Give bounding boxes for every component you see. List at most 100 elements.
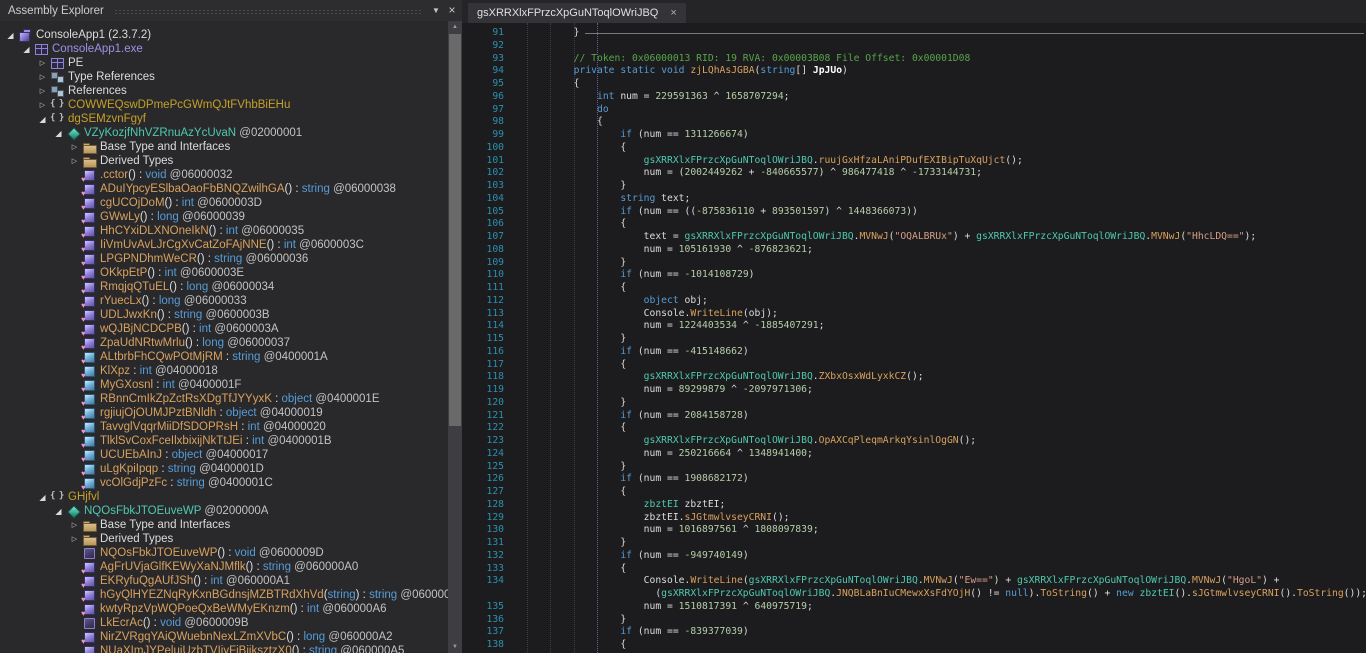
code-line[interactable]: 138 { <box>462 639 1366 652</box>
tree-item[interactable]: ▷Derived Types <box>0 532 448 546</box>
tree-item[interactable]: ▷References <box>0 84 448 98</box>
code-line[interactable]: 100 { <box>462 142 1366 155</box>
code-line[interactable]: 97 do <box>462 104 1366 117</box>
tree-item[interactable]: OKkpEtP() : int @0600003E <box>0 266 448 280</box>
tree-item[interactable]: uLgKpiIpqp : string @0400001D <box>0 462 448 476</box>
tree-item[interactable]: ▷PE <box>0 56 448 70</box>
code-line[interactable]: 136 } <box>462 614 1366 627</box>
tree-item[interactable]: kwtyRpzVpWQPoeQxBeWMyEKnzm() : int @0600… <box>0 602 448 616</box>
code-line[interactable]: 105 if (num == ((-875836110 + 893501597)… <box>462 206 1366 219</box>
window-position-chevron-icon[interactable]: ▼ <box>428 0 444 21</box>
tree-item[interactable]: RmqjqQTuEL() : long @06000034 <box>0 280 448 294</box>
code-line[interactable]: 134 Console.WriteLine(gsXRRXlxFPrzcXpGuN… <box>462 575 1366 588</box>
tree-item[interactable]: .cctor() : void @06000032 <box>0 168 448 182</box>
code-line[interactable]: 102 num = (2002449262 + -840665577) ^ 98… <box>462 167 1366 180</box>
code-line[interactable]: 118 gsXRRXlxFPrzcXpGuNToqlOWriJBQ.ZXbxOs… <box>462 371 1366 384</box>
collapsed-arrow-icon[interactable]: ▷ <box>67 521 82 529</box>
code-line[interactable]: 111 { <box>462 282 1366 295</box>
tree-item[interactable]: NUaXImJYPeluiUzbTVIjyFiBiiksztzX0() : st… <box>0 644 448 653</box>
code-line[interactable]: 101 gsXRRXlxFPrzcXpGuNToqlOWriJBQ.ruujGx… <box>462 155 1366 168</box>
code-line[interactable]: 103 } <box>462 180 1366 193</box>
tree-item[interactable]: ▷Type References <box>0 70 448 84</box>
code-line[interactable]: 130 num = 1016897561 ^ 1808097839; <box>462 524 1366 537</box>
expanded-arrow-icon[interactable]: ◢ <box>35 115 50 124</box>
tree-item[interactable]: ◢GHjfvl <box>0 490 448 504</box>
code-line[interactable]: (gsXRRXlxFPrzcXpGuNToqlOWriJBQ.JNQBLaBnI… <box>462 588 1366 601</box>
tree-item[interactable]: UCUEbAInJ : object @04000017 <box>0 448 448 462</box>
panel-close-icon[interactable]: × <box>444 0 460 21</box>
expanded-arrow-icon[interactable]: ◢ <box>19 45 34 54</box>
tree-item[interactable]: KlXpz : int @04000018 <box>0 364 448 378</box>
code-line[interactable]: 112 object obj; <box>462 295 1366 308</box>
code-editor[interactable]: 91 }9293 // Token: 0x06000013 RID: 19 RV… <box>462 23 1366 653</box>
tree-item[interactable]: ADuIYpcyESlbaOaoFbBNQZwilhGA() : string … <box>0 182 448 196</box>
tree-scrollbar-thumb[interactable] <box>449 34 461 426</box>
code-line[interactable]: 96 int num = 229591363 ^ 1658707294; <box>462 91 1366 104</box>
tree-item[interactable]: cgUCOjDoM() : int @0600003D <box>0 196 448 210</box>
code-line[interactable]: 98 { <box>462 116 1366 129</box>
code-line[interactable]: 124 num = 250216664 ^ 1348941400; <box>462 448 1366 461</box>
collapsed-arrow-icon[interactable]: ▷ <box>67 535 82 543</box>
tree-item[interactable]: MyGXosnl : int @0400001F <box>0 378 448 392</box>
tree-item[interactable]: UDLJwxKn() : string @0600003B <box>0 308 448 322</box>
expanded-arrow-icon[interactable]: ◢ <box>35 493 50 502</box>
code-line[interactable]: 125 } <box>462 461 1366 474</box>
code-line[interactable]: 128 zbztEI zbztEI; <box>462 499 1366 512</box>
tree-item[interactable]: rgjiujOjOUMJPztBNldh : object @04000019 <box>0 406 448 420</box>
code-line[interactable]: 120 } <box>462 397 1366 410</box>
expanded-arrow-icon[interactable]: ◢ <box>51 129 66 138</box>
collapsed-arrow-icon[interactable]: ▷ <box>67 157 82 165</box>
tree-scrollbar[interactable]: ▲ ▼ <box>448 21 462 653</box>
code-line[interactable]: 93 // Token: 0x06000013 RID: 19 RVA: 0x0… <box>462 53 1366 66</box>
tree-item[interactable]: AgFrUVjaGlfKEWyXaNJMflk() : string @0600… <box>0 560 448 574</box>
tree-item[interactable]: IiVmUvAvLJrCgXvCatZoFAjNNE() : int @0600… <box>0 238 448 252</box>
code-line[interactable]: 135 num = 1510817391 ^ 640975719; <box>462 601 1366 614</box>
tree-item[interactable]: GWwLy() : long @06000039 <box>0 210 448 224</box>
code-line[interactable]: 129 zbztEI.sJGtmwlvseyCRNI(); <box>462 512 1366 525</box>
tree-item[interactable]: ◢NQOsFbkJTOEuveWP @0200000A <box>0 504 448 518</box>
collapsed-arrow-icon[interactable]: ▷ <box>35 59 50 67</box>
tree-item[interactable]: RBnnCmIkZpZctRsXDgTfJYYyxK : object @040… <box>0 392 448 406</box>
code-line[interactable]: 122 { <box>462 422 1366 435</box>
tree-item[interactable]: ▷Base Type and Interfaces <box>0 518 448 532</box>
tree-item[interactable]: ZpaUdNRtwMrlu() : long @06000037 <box>0 336 448 350</box>
tree-item[interactable]: ◢dgSEMzvnFgyf <box>0 112 448 126</box>
code-line[interactable]: 131 } <box>462 537 1366 550</box>
code-line[interactable]: 110 if (num == -1014108729) <box>462 269 1366 282</box>
code-line[interactable]: 126 if (num == 1908682172) <box>462 473 1366 486</box>
code-line[interactable]: 115 } <box>462 333 1366 346</box>
tree-item[interactable]: EKRyfuQgAUfJSh() : int @060000A1 <box>0 574 448 588</box>
code-line[interactable]: 91 } <box>462 27 1366 40</box>
code-line[interactable]: 119 num = 89299879 ^ -2097971306; <box>462 384 1366 397</box>
code-line[interactable]: 109 } <box>462 257 1366 270</box>
collapsed-arrow-icon[interactable]: ▷ <box>35 73 50 81</box>
tab-close-icon[interactable]: × <box>670 7 676 19</box>
tree-item[interactable]: ▷Base Type and Interfaces <box>0 140 448 154</box>
tree-item[interactable]: TlklSvCoxFceIlxbixijNkTtJEi : int @04000… <box>0 434 448 448</box>
assembly-explorer-header[interactable]: Assembly Explorer ▼ × <box>0 0 462 21</box>
tree-item[interactable]: ◢VZyKozjfNhVZRnuAzYcUvaN @02000001 <box>0 126 448 140</box>
tree-item[interactable]: HhCYxiDLXNOneIkN() : int @06000035 <box>0 224 448 238</box>
tree-item[interactable]: TavvglVqqrMiiDfSDOPRsH : int @04000020 <box>0 420 448 434</box>
code-line[interactable]: 113 Console.WriteLine(obj); <box>462 308 1366 321</box>
code-line[interactable]: 106 { <box>462 218 1366 231</box>
tree-item[interactable]: LkEcrAc() : void @0600009B <box>0 616 448 630</box>
code-line[interactable]: 123 gsXRRXlxFPrzcXpGuNToqlOWriJBQ.OpAXCq… <box>462 435 1366 448</box>
code-line[interactable]: 95 { <box>462 78 1366 91</box>
collapsed-arrow-icon[interactable]: ▷ <box>35 101 50 109</box>
tree-item[interactable]: rYuecLx() : long @06000033 <box>0 294 448 308</box>
code-line[interactable]: 99 if (num == 1311266674) <box>462 129 1366 142</box>
scroll-down-icon[interactable]: ▼ <box>448 641 462 653</box>
tree-item[interactable]: ◢ConsoleApp1.exe <box>0 42 448 56</box>
code-line[interactable]: 114 num = 1224403534 ^ -1885407291; <box>462 320 1366 333</box>
tree-item[interactable]: ▷Derived Types <box>0 154 448 168</box>
tree-item[interactable]: vcOlGdjPzFc : string @0400001C <box>0 476 448 490</box>
code-line[interactable]: 121 if (num == 2084158728) <box>462 410 1366 423</box>
code-line[interactable]: 132 if (num == -949740149) <box>462 550 1366 563</box>
expanded-arrow-icon[interactable]: ◢ <box>51 507 66 516</box>
collapsed-arrow-icon[interactable]: ▷ <box>35 87 50 95</box>
code-line[interactable]: 117 { <box>462 359 1366 372</box>
tree-item[interactable]: ◢ConsoleApp1 (2.3.7.2) <box>0 28 448 42</box>
scroll-up-icon[interactable]: ▲ <box>448 21 462 33</box>
tree-item[interactable]: ▷COWWEQswDPmePcGWmQJtFVhbBiEHu <box>0 98 448 112</box>
